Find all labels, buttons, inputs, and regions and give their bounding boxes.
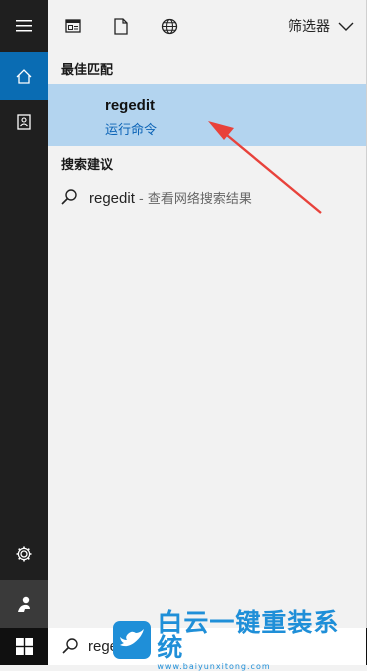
gear-icon (16, 546, 32, 562)
search-panel: 筛选器 最佳匹配 regedit 运行命令 搜索建议 regedit - 查看网… (48, 0, 367, 628)
best-match-heading: 最佳匹配 (61, 63, 114, 78)
best-match-name: regedit (105, 97, 156, 114)
best-match-subtitle: 运行命令 (105, 123, 158, 138)
user-icon (18, 596, 30, 612)
bird-logo-icon (113, 621, 151, 659)
windows-logo-icon (15, 638, 33, 655)
start-button[interactable] (0, 628, 48, 665)
suggestion-query: regedit (89, 190, 135, 207)
apps-filter-button[interactable] (61, 14, 85, 38)
search-icon (61, 189, 77, 205)
filter-label: 筛选器 (288, 19, 330, 35)
suggestion-text: regedit - 查看网络搜索结果 (89, 188, 252, 207)
home-button[interactable] (0, 52, 48, 100)
home-icon (16, 68, 32, 84)
settings-button[interactable] (0, 530, 48, 578)
user-button[interactable] (0, 580, 48, 628)
web-filter-button[interactable] (157, 14, 181, 38)
chevron-down-icon (338, 22, 354, 31)
start-sidebar (0, 0, 48, 628)
watermark-text: 白云一键重装系统 (157, 607, 340, 662)
watermark-url: www.baiyunxitong.com (157, 661, 271, 671)
hamburger-menu-button[interactable] (0, 2, 48, 50)
document-icon (114, 17, 128, 35)
suggestions-heading: 搜索建议 (61, 158, 114, 173)
apps-icon (65, 19, 81, 33)
hamburger-menu-icon (16, 20, 32, 32)
suggestion-item[interactable]: regedit - 查看网络搜索结果 (48, 180, 366, 214)
suggestion-description: - 查看网络搜索结果 (134, 192, 252, 207)
watermark: 白云一键重装系统 www.baiyunxitong.com (112, 610, 362, 670)
contacts-button[interactable] (0, 98, 48, 146)
search-icon (62, 638, 78, 654)
documents-filter-button[interactable] (109, 14, 133, 38)
best-match-result[interactable]: regedit 运行命令 (48, 84, 366, 146)
globe-icon (161, 18, 177, 34)
contact-book-icon (17, 114, 31, 130)
filter-dropdown[interactable]: 筛选器 (288, 14, 354, 38)
search-toolbar: 筛选器 (48, 0, 366, 52)
